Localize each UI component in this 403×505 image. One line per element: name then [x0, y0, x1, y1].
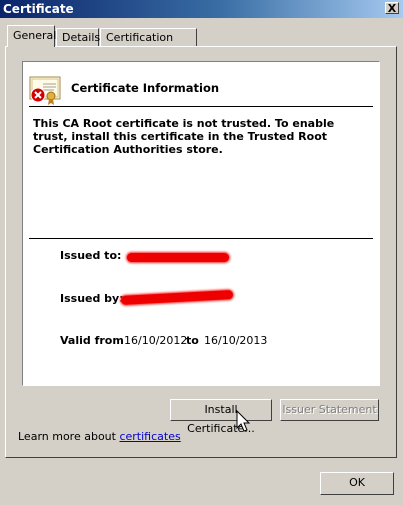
tab-general[interactable]: General [7, 25, 57, 47]
install-certificate-button[interactable]: Install Certificate... [170, 399, 272, 435]
tab-details[interactable]: Details [56, 28, 101, 46]
issued-to-redaction [127, 253, 229, 262]
close-button[interactable]: X [385, 2, 399, 14]
certificate-info-box: Certificate Information This CA Root cer… [22, 61, 380, 386]
certificates-link[interactable]: certificates [119, 430, 180, 443]
issued-by-label: Issued by: [60, 292, 124, 305]
learn-more-prefix: Learn more about [18, 430, 116, 443]
tab-general-label: General [13, 29, 57, 42]
issued-to-label: Issued to: [60, 249, 122, 262]
mouse-cursor-icon [236, 410, 251, 432]
close-icon: X [387, 2, 397, 15]
ok-button[interactable]: OK [320, 472, 394, 495]
issuer-statement-button[interactable]: Issuer Statement [280, 399, 379, 421]
title-bar: Certificate X [0, 0, 403, 18]
certificate-info-heading: Certificate Information [71, 81, 220, 95]
valid-to-label: to [186, 334, 199, 347]
untrusted-certificate-icon [29, 76, 61, 105]
valid-to-date: 16/10/2013 [204, 334, 268, 347]
issued-by-redaction [120, 290, 234, 305]
valid-from-date: 16/10/2012 [124, 334, 188, 347]
window-title: Certificate [3, 2, 74, 16]
tab-details-label: Details [62, 31, 101, 44]
valid-from-label: Valid from [60, 334, 124, 347]
trust-warning-text: This CA Root certificate is not trusted.… [33, 117, 335, 156]
learn-more-text: Learn more about certificates [18, 430, 181, 443]
details-separator [29, 238, 373, 239]
heading-separator [29, 106, 373, 107]
tab-certification-path[interactable]: Certification Path [100, 28, 197, 61]
